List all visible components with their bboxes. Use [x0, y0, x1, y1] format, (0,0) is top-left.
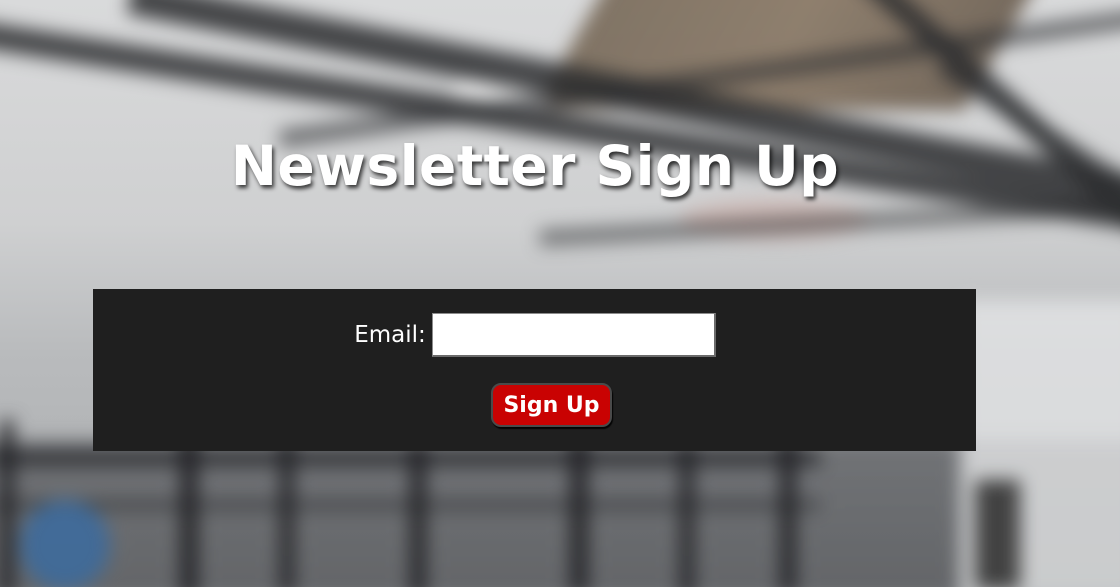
sign-up-button[interactable]: Sign Up [491, 383, 612, 427]
email-label: Email: [354, 322, 426, 348]
email-row: Email: [93, 313, 976, 357]
page-title: Newsletter Sign Up [230, 134, 840, 198]
email-field[interactable] [431, 313, 716, 357]
signup-form-panel: Email: Sign Up [93, 289, 976, 451]
